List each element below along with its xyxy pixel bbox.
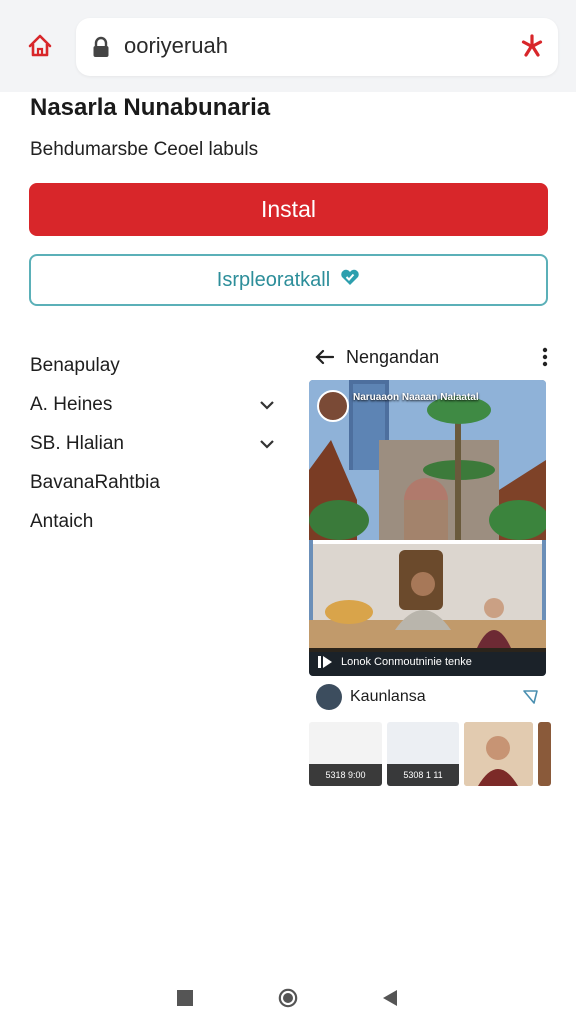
recents-square-icon[interactable] <box>175 988 195 1008</box>
star-menu-icon[interactable] <box>518 32 546 60</box>
related-thumbnails: 5318 9:00 5308 1 11 <box>309 722 551 786</box>
system-navbar <box>0 970 576 1024</box>
chevron-down-icon[interactable] <box>259 436 275 452</box>
more-vert-icon[interactable] <box>540 346 550 368</box>
lock-icon <box>92 36 110 58</box>
thumbnail-2[interactable] <box>464 722 533 786</box>
verified-heart-icon <box>340 268 360 292</box>
home-icon[interactable] <box>24 30 56 62</box>
video-control-bar[interactable]: Lonok Conmoutninie tenke <box>309 648 546 676</box>
menu-item-label: Antaich <box>30 510 94 532</box>
panel-title: Nengandan <box>346 346 440 367</box>
back-triangle-icon[interactable] <box>380 988 400 1008</box>
share-icon[interactable] <box>522 688 540 706</box>
explore-label: Isrpleoratkall <box>216 268 331 291</box>
menu-item-2[interactable]: SB. Hlalian <box>30 424 275 463</box>
menu-item-label: SB. Hlalian <box>30 432 124 454</box>
thumbnail-3[interactable] <box>538 722 551 786</box>
app-title: Nasarla Nunabunaria <box>30 94 271 121</box>
menu-item-label: A. Heines <box>30 393 113 415</box>
channel-name: Kaunlansa <box>350 688 426 705</box>
app-subtitle: Behdumarsbe Ceoel labuls <box>30 139 259 160</box>
menu-item-label: BavanaRahtbia <box>30 471 160 493</box>
video-card[interactable]: Naruaaon Naaaan Nalaatal Lonok Conmoutni… <box>309 380 546 676</box>
home-circle-icon[interactable] <box>278 988 298 1008</box>
video-bar-text: Lonok Conmoutninie tenke <box>341 656 472 668</box>
video-caption: Naruaaon Naaaan Nalaatal <box>353 392 479 403</box>
chevron-down-icon[interactable] <box>259 397 275 413</box>
menu-item-4[interactable]: Antaich <box>30 502 275 541</box>
url-text: ooriyeruah <box>124 33 228 58</box>
play-icon[interactable] <box>317 654 333 670</box>
install-button[interactable]: Instal <box>29 183 548 236</box>
thumbnail-label: 5318 9:00 <box>309 764 382 786</box>
video-avatar <box>317 390 349 422</box>
thumbnail-0[interactable]: 5318 9:00 <box>309 722 382 786</box>
thumbnail-1[interactable]: 5308 1 11 <box>387 722 459 786</box>
menu-item-label: Benapulay <box>30 354 120 376</box>
channel-avatar <box>316 684 342 710</box>
video-thumbnail-image <box>309 380 546 652</box>
back-arrow-icon[interactable] <box>314 346 336 368</box>
url-bar[interactable]: ooriyeruah <box>76 18 558 76</box>
menu-item-1[interactable]: A. Heines <box>30 385 275 424</box>
thumbnail-label: 5308 1 11 <box>387 764 459 786</box>
menu-item-3[interactable]: BavanaRahtbia <box>30 463 275 502</box>
menu-item-0[interactable]: Benapulay <box>30 346 275 385</box>
panel-header: Nengandan <box>314 340 550 374</box>
category-menu: Benapulay A. Heines SB. Hlalian BavanaRa… <box>30 346 275 541</box>
channel-row[interactable]: Kaunlansa <box>316 683 540 711</box>
explore-button[interactable]: Isrpleoratkall <box>29 254 548 306</box>
thumbnail-portrait-image <box>464 722 533 786</box>
browser-toolbar: ooriyeruah <box>0 0 576 92</box>
